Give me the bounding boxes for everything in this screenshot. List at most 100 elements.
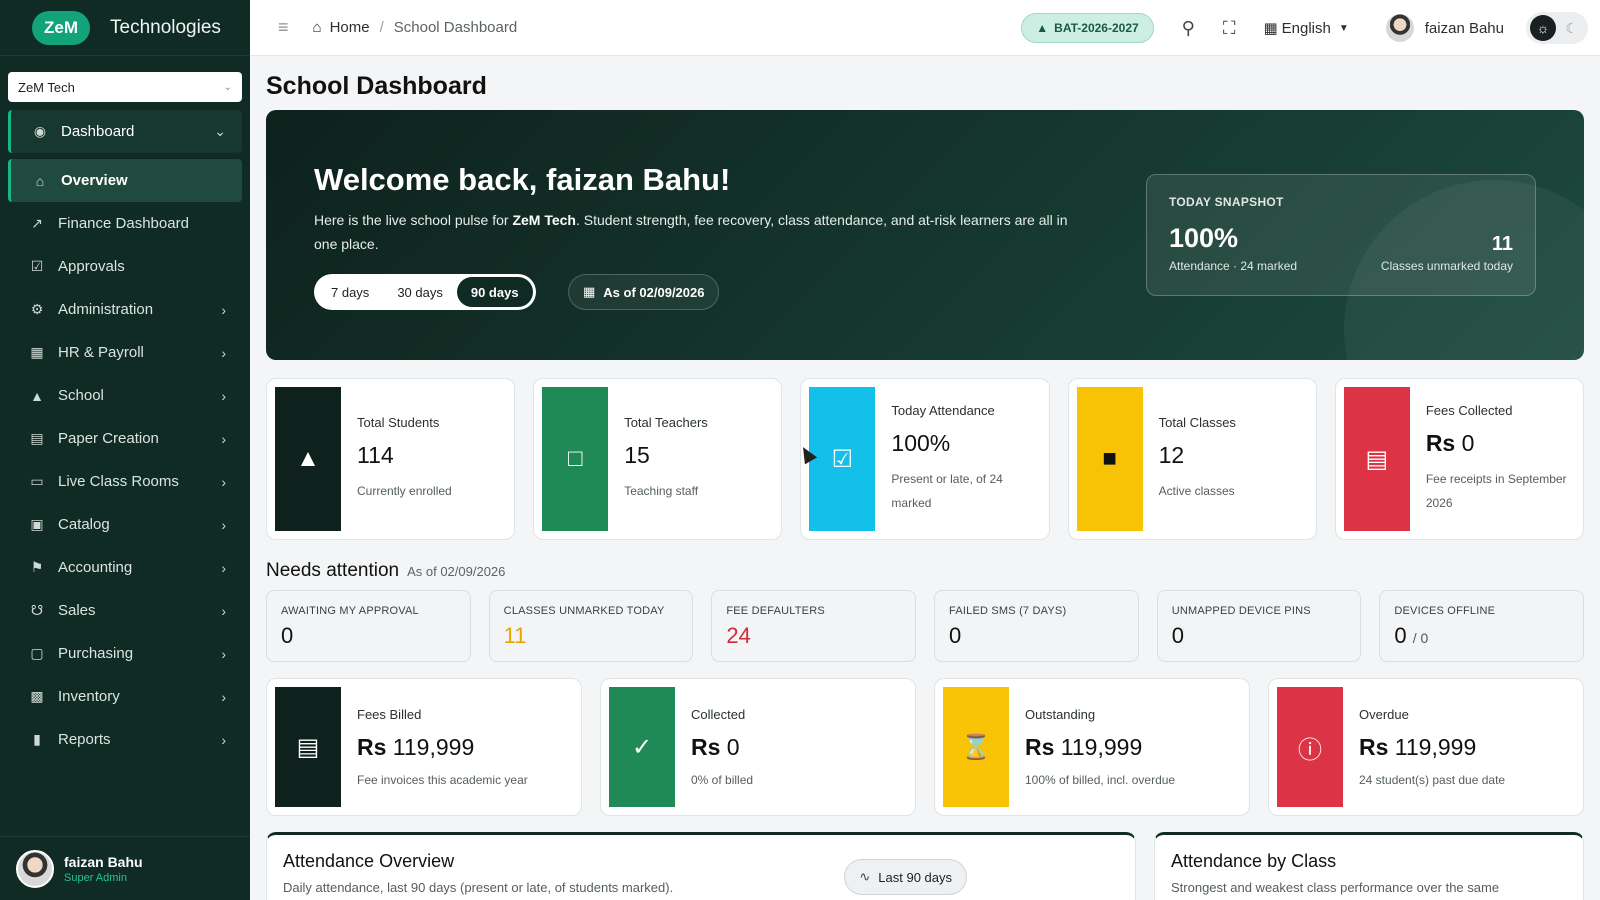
graduation-cap-icon: ▲	[1036, 21, 1049, 35]
attention-label: FEE DEFAULTERS	[726, 605, 825, 617]
attention-card-devices-offline[interactable]: DEVICES OFFLINE 0 / 0	[1379, 590, 1585, 662]
as-of-date-label: As of 02/09/2026	[603, 284, 705, 300]
breadcrumb-home[interactable]: Home	[330, 19, 370, 36]
sidebar-item-label: Live Class Rooms	[58, 473, 179, 490]
attention-number: 11	[503, 623, 527, 648]
sidebar-item-label: Finance Dashboard	[58, 215, 189, 232]
organization-select-value: ZeM Tech	[18, 79, 75, 95]
stat-number: 12	[1158, 442, 1185, 468]
needs-attention-cards: AWAITING MY APPROVAL 0 CLASSES UNMARKED …	[266, 590, 1585, 662]
attention-value: 24	[726, 623, 901, 649]
attendance-range-label: Last 90 days	[878, 869, 952, 885]
finance-value: Rs 119,999	[357, 734, 571, 761]
sidebar-item-label: Overview	[61, 172, 128, 189]
fullscreen-icon[interactable]: ⛶	[1223, 18, 1236, 39]
attention-card-failed-sms[interactable]: FAILED SMS (7 DAYS) 0	[934, 590, 1139, 662]
stat-card-total-students[interactable]: ▲ Total Students 114 Currently enrolled	[266, 378, 516, 540]
easel-icon: ■	[1102, 445, 1117, 472]
finance-currency: Rs	[691, 734, 721, 760]
chevron-right-icon: ›	[221, 731, 226, 748]
search-icon[interactable]: ⚲	[1182, 18, 1195, 39]
theme-toggle[interactable]: ☼ ☾	[1526, 12, 1588, 44]
panel-title: Attendance by Class	[1171, 851, 1337, 871]
sidebar-item-label: Inventory	[58, 688, 120, 705]
language-select[interactable]: ▦ English ▼	[1263, 19, 1349, 38]
bottom-panels: Attendance Overview Daily attendance, la…	[266, 832, 1584, 900]
attention-value: 11	[504, 623, 679, 649]
stat-card-fees-collected[interactable]: ▤ Fees Collected Rs 0 Fee receipts in Se…	[1334, 378, 1585, 540]
finance-card-collected[interactable]: ✓ Collected Rs 0 0% of billed	[600, 678, 916, 816]
calendar-check-icon: ☑	[831, 445, 854, 473]
translate-icon: ▦	[1263, 20, 1278, 37]
brand[interactable]: ZeM Technologies	[0, 0, 250, 56]
today-snapshot: TODAY SNAPSHOT 100% Attendance · 24 mark…	[1146, 174, 1536, 296]
attention-suffix: / 0	[1412, 630, 1429, 646]
attention-value: 0	[1172, 623, 1347, 649]
sidebar-item-approvals[interactable]: ☑ Approvals	[0, 245, 250, 288]
sidebar-item-paper-creation[interactable]: ▤ Paper Creation ›	[0, 417, 250, 460]
finance-card-fees-billed[interactable]: ▤ Fees Billed Rs 119,999 Fee invoices th…	[266, 678, 582, 816]
finance-tile: ⓘ	[1277, 687, 1343, 807]
attention-number: 0	[281, 623, 294, 648]
stat-tile: ■	[1076, 387, 1143, 531]
sidebar-user[interactable]: faizan Bahu Super Admin	[0, 836, 250, 900]
attention-value: 0	[949, 623, 1124, 649]
sidebar-item-sales[interactable]: ☋ Sales ›	[0, 589, 250, 632]
stat-label: Total Teachers	[624, 415, 708, 430]
sidebar-item-administration[interactable]: ⚙ Administration ›	[0, 288, 250, 331]
sidebar-item-label: HR & Payroll	[58, 344, 144, 361]
sidebar-item-school[interactable]: ▲ School ›	[0, 374, 250, 417]
finance-desc: Fee invoices this academic year	[357, 773, 528, 787]
attention-card-classes-unmarked[interactable]: CLASSES UNMARKED TODAY 11	[488, 590, 694, 662]
topbar: ≡ ⌂ Home / School Dashboard ▲ BAT-2026-2…	[250, 0, 1600, 56]
sidebar-item-live-class-rooms[interactable]: ▭ Live Class Rooms ›	[0, 460, 250, 503]
finance-content: Overdue Rs 119,999 24 student(s) past du…	[1359, 679, 1573, 815]
sidebar-item-catalog[interactable]: ▣ Catalog ›	[0, 503, 250, 546]
attention-card-fee-defaulters[interactable]: FEE DEFAULTERS 24	[711, 590, 917, 662]
sidebar-item-finance-dashboard[interactable]: ↗ Finance Dashboard	[0, 202, 250, 245]
sidebar-item-hr-payroll[interactable]: ▦ HR & Payroll ›	[0, 331, 250, 374]
user-menu[interactable]: faizan Bahu	[1384, 13, 1504, 43]
batch-badge[interactable]: ▲ BAT-2026-2027	[1021, 13, 1154, 43]
stat-tile: ☑	[809, 387, 876, 531]
range-7-days-button[interactable]: 7 days	[317, 277, 383, 307]
sidebar-item-label: Reports	[58, 731, 111, 748]
hamburger-icon[interactable]: ≡	[278, 17, 289, 38]
chevron-right-icon: ›	[221, 473, 226, 490]
finance-card-outstanding[interactable]: ⌛ Outstanding Rs 119,999 100% of billed,…	[934, 678, 1250, 816]
graduation-cap-icon: ▲	[296, 445, 320, 472]
sidebar-item-accounting[interactable]: ⚑ Accounting ›	[0, 546, 250, 589]
stat-card-today-attendance[interactable]: ☑ Today Attendance 100% Present or late,…	[800, 378, 1050, 540]
as-of-date-button[interactable]: ▦ As of 02/09/2026	[568, 274, 720, 310]
attention-card-unmapped-device-pins[interactable]: UNMAPPED DEVICE PINS 0	[1156, 590, 1362, 662]
bag-icon: ▢	[30, 645, 44, 661]
stat-card-total-teachers[interactable]: □ Total Teachers 15 Teaching staff	[533, 378, 783, 540]
finance-card-overdue[interactable]: ⓘ Overdue Rs 119,999 24 student(s) past …	[1268, 678, 1584, 816]
stat-content: Fees Collected Rs 0 Fee receipts in Sept…	[1426, 379, 1571, 539]
attention-card-awaiting-approval[interactable]: AWAITING MY APPROVAL 0	[266, 590, 471, 662]
sidebar-item-label: Administration	[58, 301, 154, 318]
sidebar-item-label: Approvals	[58, 258, 125, 275]
sidebar-item-inventory[interactable]: ▩ Inventory ›	[0, 675, 250, 718]
organization-select[interactable]: ZeM Tech ⌄	[8, 72, 242, 102]
sidebar-item-label: Catalog	[58, 516, 110, 533]
chevron-right-icon: ›	[221, 344, 226, 361]
sidebar-item-label: Purchasing	[58, 645, 134, 662]
stat-number: 15	[624, 442, 650, 468]
sidebar-item-label: Paper Creation	[58, 430, 159, 447]
attendance-range-button[interactable]: ∿ Last 90 days	[844, 859, 967, 895]
sidebar-item-dashboard[interactable]: ◉ Dashboard ⌄	[8, 110, 242, 153]
calendar-icon: ▦	[583, 284, 596, 299]
stat-card-total-classes[interactable]: ■ Total Classes 12 Active classes	[1067, 378, 1317, 540]
sidebar-item-purchasing[interactable]: ▢ Purchasing ›	[0, 632, 250, 675]
snapshot-attendance-sub: Attendance · 24 marked	[1169, 259, 1298, 273]
stat-content: Total Students 114 Currently enrolled	[357, 379, 502, 539]
caret-down-icon: ▼	[1338, 22, 1349, 34]
sidebar-item-overview[interactable]: ⌂ Overview	[8, 159, 242, 202]
snapshot-unmarked-value: 11	[1491, 233, 1513, 255]
range-30-days-button[interactable]: 30 days	[383, 277, 457, 307]
panel-subtitle: Strongest and weakest class performance …	[1171, 880, 1500, 895]
sidebar-item-reports[interactable]: ▮ Reports ›	[0, 718, 250, 761]
range-90-days-button[interactable]: 90 days	[456, 277, 533, 307]
finance-tile: ▤	[275, 687, 341, 807]
